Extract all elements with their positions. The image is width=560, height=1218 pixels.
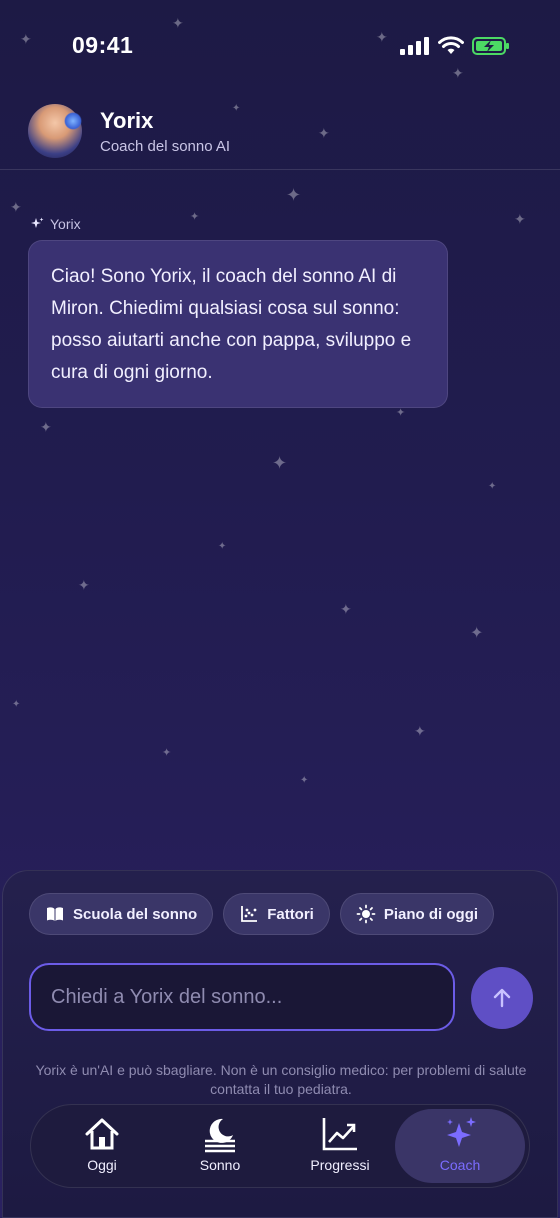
- tab-label: Coach: [439, 1157, 481, 1173]
- message-input-field[interactable]: [29, 963, 455, 1031]
- status-bar: 09:41: [0, 30, 560, 62]
- message-sender: Yorix: [30, 216, 81, 232]
- status-time: 09:41: [72, 32, 134, 58]
- message-bubble: Ciao! Sono Yorix, il coach del sonno AI …: [28, 240, 448, 408]
- chip-label: Piano di oggi: [383, 905, 479, 923]
- sparkles-icon: [447, 1117, 476, 1147]
- tab-coach[interactable]: Coach: [395, 1109, 525, 1183]
- tab-label: Oggi: [87, 1157, 117, 1173]
- moon-icon: [205, 1118, 235, 1153]
- bottom-tab-bar: Oggi Sonno Progressi Coach: [30, 1104, 530, 1188]
- tab-sonno[interactable]: Sonno: [161, 1109, 279, 1183]
- quick-action-fattori[interactable]: Fattori: [223, 893, 330, 935]
- tab-oggi[interactable]: Oggi: [43, 1109, 161, 1183]
- quick-action-piano-di-oggi[interactable]: Piano di oggi: [339, 893, 495, 935]
- chip-label: Fattori: [267, 905, 314, 923]
- ai-disclaimer: Yorix è un'AI e può sbagliare. Non è un …: [35, 1062, 527, 1097]
- scatter-chart-icon: [241, 906, 258, 922]
- message-input[interactable]: [51, 985, 433, 1009]
- cellular-signal-icon: [400, 37, 429, 55]
- coach-name: Yorix: [100, 108, 154, 133]
- tab-label: Sonno: [199, 1157, 241, 1173]
- sender-name: Yorix: [50, 216, 81, 232]
- sparkle-icon: [31, 217, 44, 228]
- chip-label: Scuola del sonno: [73, 905, 198, 923]
- quick-actions: Scuola del sonno Fattori Piano di oggi: [29, 893, 495, 935]
- wifi-icon: [438, 36, 464, 54]
- book-icon: [47, 907, 63, 921]
- message-text: Ciao! Sono Yorix, il coach del sonno AI …: [51, 266, 412, 383]
- coach-subtitle: Coach del sonno AI: [100, 138, 231, 155]
- home-icon: [85, 1118, 119, 1150]
- chart-icon: [322, 1118, 357, 1151]
- send-button[interactable]: [471, 967, 533, 1029]
- tab-progressi[interactable]: Progressi: [281, 1109, 399, 1183]
- sun-icon: [356, 904, 376, 924]
- arrow-up-icon: [493, 988, 511, 1008]
- battery-charging-icon: [472, 37, 509, 55]
- coach-avatar: [28, 104, 82, 158]
- tab-label: Progressi: [310, 1157, 370, 1173]
- quick-action-scuola-del-sonno[interactable]: Scuola del sonno: [29, 893, 214, 935]
- chat-header: Yorix Coach del sonno AI: [0, 100, 560, 170]
